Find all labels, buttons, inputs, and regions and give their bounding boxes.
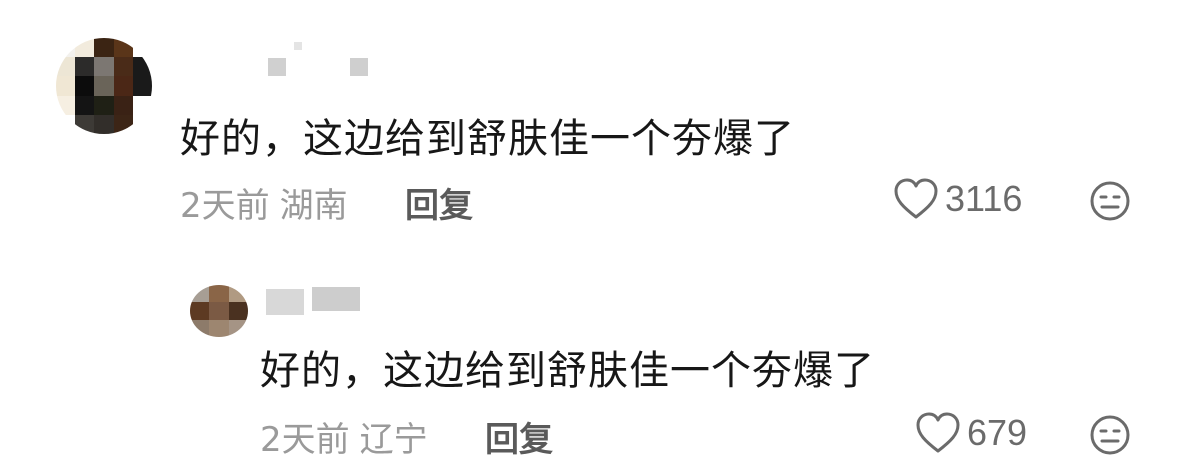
avatar-pixel — [94, 57, 114, 77]
avatar-pixel — [56, 76, 76, 96]
comment-meta: 2天前 辽宁 — [260, 412, 428, 461]
meh-face-icon — [1090, 415, 1130, 455]
avatar-pixel — [228, 319, 248, 337]
avatar-pixel — [94, 76, 114, 96]
avatar-pixel — [113, 95, 133, 115]
heart-outline-icon — [894, 178, 938, 219]
username-blurred[interactable] — [266, 285, 360, 319]
avatar-pixel — [209, 285, 229, 303]
avatar-pixel — [209, 319, 229, 337]
avatar-pixel — [190, 285, 210, 303]
avatar-pixel — [75, 38, 95, 58]
avatar-pixel — [113, 76, 133, 96]
comment-time: 2天前 — [260, 420, 350, 460]
reply-button[interactable]: 回复 — [485, 412, 553, 461]
avatar-pixel — [132, 95, 152, 115]
avatar-pixel — [228, 302, 248, 320]
avatar-pixel — [190, 302, 210, 320]
comment-item: 好的，这边给到舒肤佳一个夯爆了 2天前 湖南 回复 3116 — [0, 0, 1200, 240]
avatar-pixel — [132, 38, 152, 58]
avatar-pixel — [56, 95, 76, 115]
avatar-pixel — [75, 57, 95, 77]
comment-location: 辽宁 — [359, 420, 428, 460]
avatar-pixel — [132, 76, 152, 96]
avatar-pixel — [113, 57, 133, 77]
reply-comment-item: 好的，这边给到舒肤佳一个夯爆了 2天前 辽宁 回复 679 — [0, 240, 1200, 470]
avatar-pixel — [94, 114, 114, 134]
avatar-pixel — [56, 38, 76, 58]
heart-outline-icon — [916, 412, 960, 453]
avatar-pixel — [132, 57, 152, 77]
avatar-pixel — [94, 38, 114, 58]
dislike-button[interactable] — [1089, 414, 1131, 460]
avatar-pixel — [75, 76, 95, 96]
comment-text: 好的，这边给到舒肤佳一个夯爆了 — [260, 348, 875, 394]
comment-time: 2天前 — [180, 186, 270, 226]
meh-face-icon — [1090, 181, 1130, 221]
avatar-pixel — [56, 57, 76, 77]
like-count: 3116 — [945, 178, 1023, 219]
like-button[interactable]: 679 — [915, 412, 1027, 454]
avatar-pixel — [209, 302, 229, 320]
avatar-pixel — [132, 114, 152, 134]
avatar-pixel — [113, 114, 133, 134]
username-blurred[interactable] — [268, 38, 368, 78]
avatar-pixel — [56, 114, 76, 134]
avatar-pixel — [113, 38, 133, 58]
avatar[interactable] — [56, 38, 152, 134]
comment-meta: 2天前 湖南 — [180, 178, 348, 227]
avatar-pixel — [75, 114, 95, 134]
comment-location: 湖南 — [279, 186, 348, 226]
avatar-pixel — [190, 319, 210, 337]
reply-button[interactable]: 回复 — [405, 178, 473, 227]
avatar[interactable] — [190, 285, 248, 337]
comment-text: 好的，这边给到舒肤佳一个夯爆了 — [180, 116, 795, 162]
dislike-button[interactable] — [1089, 180, 1131, 226]
avatar-pixel — [94, 95, 114, 115]
like-button[interactable]: 3116 — [893, 178, 1022, 220]
like-count: 679 — [967, 412, 1028, 453]
avatar-pixel — [75, 95, 95, 115]
avatar-pixel — [228, 285, 248, 303]
